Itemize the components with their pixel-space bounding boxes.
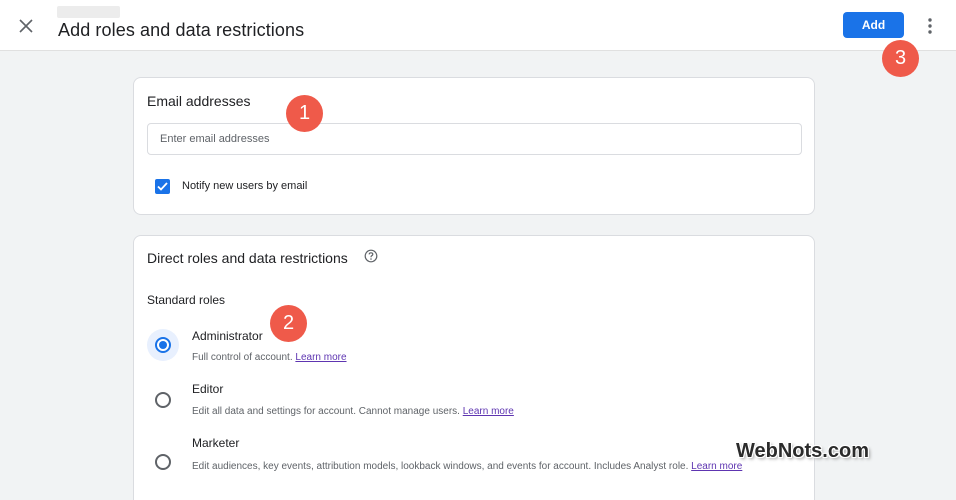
step-3-badge: 3 <box>882 40 919 77</box>
role-desc-administrator: Full control of account. Learn more <box>192 352 347 363</box>
role-title-administrator: Administrator <box>192 329 263 343</box>
role-title-marketer: Marketer <box>192 436 240 450</box>
learn-more-link[interactable]: Learn more <box>691 461 742 472</box>
more-vert-icon[interactable] <box>920 14 940 38</box>
standard-roles-heading: Standard roles <box>147 293 226 307</box>
email-input[interactable] <box>147 123 802 155</box>
step-1-badge: 1 <box>286 95 323 132</box>
role-desc-editor: Edit all data and settings for account. … <box>192 406 514 417</box>
notify-label: Notify new users by email <box>182 180 308 192</box>
watermark: WebNots.com <box>736 440 869 462</box>
radio-marketer[interactable] <box>147 446 179 478</box>
breadcrumb-placeholder <box>57 6 120 18</box>
check-icon <box>157 182 168 191</box>
add-button[interactable]: Add <box>843 12 904 38</box>
notify-checkbox[interactable] <box>155 179 170 194</box>
learn-more-link[interactable]: Learn more <box>463 406 514 417</box>
close-icon[interactable] <box>14 14 38 38</box>
learn-more-link[interactable]: Learn more <box>295 352 346 363</box>
radio-administrator[interactable] <box>147 329 179 361</box>
help-icon[interactable] <box>364 249 378 263</box>
top-bar: Add roles and data restrictions Add <box>0 0 956 51</box>
role-title-editor: Editor <box>192 382 224 396</box>
email-card-heading: Email addresses <box>147 93 251 109</box>
step-2-badge: 2 <box>270 305 307 342</box>
roles-card: Direct roles and data restrictions Stand… <box>133 235 815 500</box>
page-title: Add roles and data restrictions <box>58 20 305 40</box>
role-desc-marketer: Edit audiences, key events, attribution … <box>192 461 743 472</box>
radio-editor[interactable] <box>147 384 179 416</box>
roles-card-heading: Direct roles and data restrictions <box>147 250 348 266</box>
email-addresses-card: Email addresses Notify new users by emai… <box>133 77 815 215</box>
